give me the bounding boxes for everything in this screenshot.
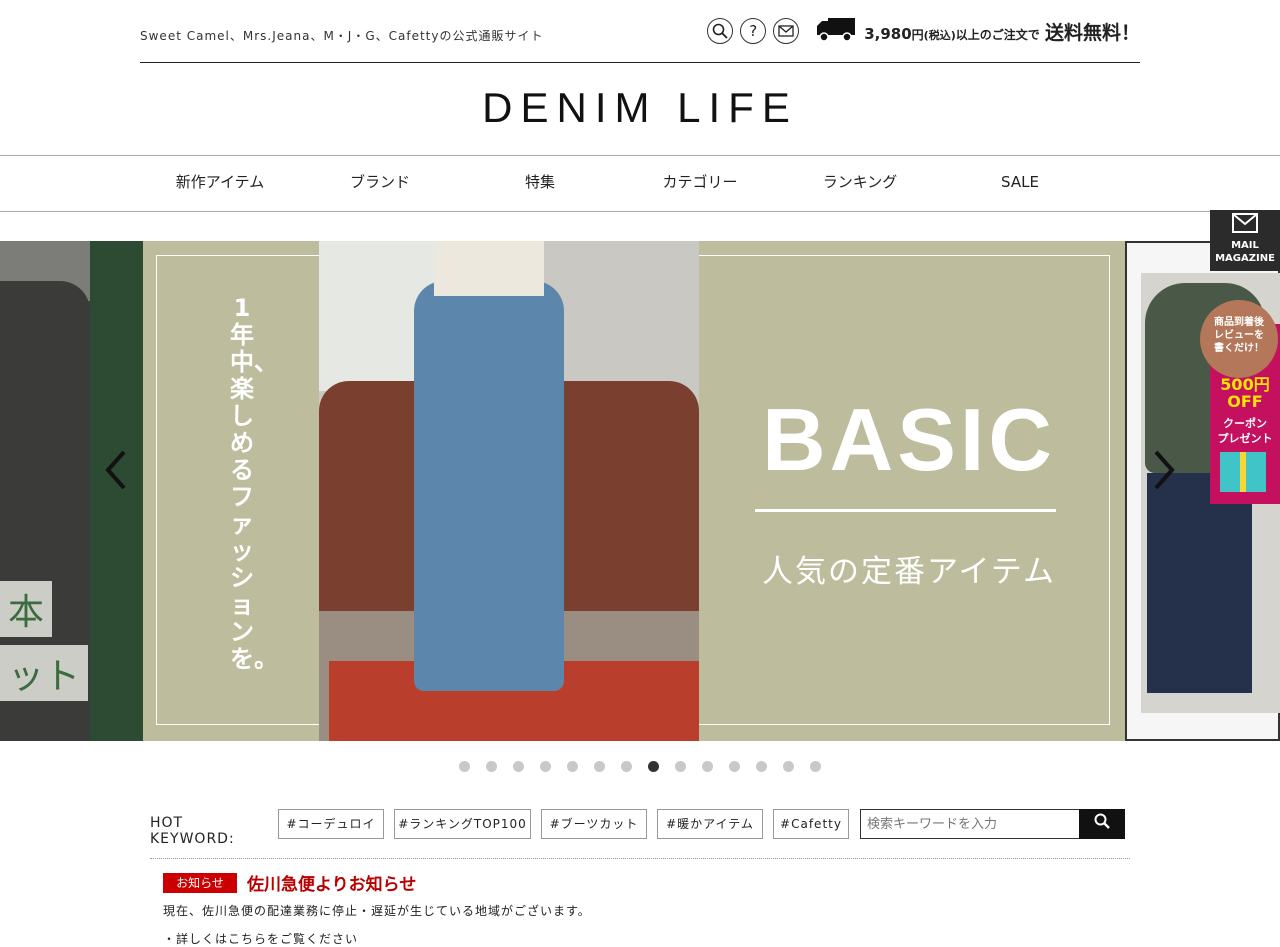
slide-photo [319, 241, 699, 741]
search-submit-button[interactable] [1079, 809, 1125, 839]
slide-next-pants [1147, 473, 1252, 693]
mail-icon[interactable] [773, 18, 800, 44]
slide-prev-tag2: ット [0, 645, 89, 701]
slider-next-arrow-icon[interactable] [1145, 448, 1185, 498]
slider-dot[interactable] [756, 761, 767, 772]
slider-dot[interactable] [675, 761, 686, 772]
shipping-yen: 円 [911, 27, 924, 42]
slider-dot[interactable] [810, 761, 821, 772]
shipping-free: 送料無料！ [1044, 21, 1140, 44]
slide-vertical-copy: 1年中、楽しめるファッションを。 [230, 294, 278, 673]
slider-pagination [0, 761, 1280, 773]
dotted-divider [150, 858, 1130, 859]
hero-slider: 本 ット 1年中、楽しめるファッションを。 BASIC 人気の定番アイテム [0, 241, 1280, 741]
coupon-text: クーポン プレゼント [1210, 416, 1280, 446]
slide-headline: BASIC [762, 390, 1056, 489]
slider-dot[interactable] [486, 761, 497, 772]
slider-dot[interactable] [540, 761, 551, 772]
slider-dot[interactable] [783, 761, 794, 772]
search-form [860, 809, 1125, 839]
nav-item-brand[interactable]: ブランド [300, 156, 460, 211]
envelope-icon [1210, 213, 1280, 239]
free-shipping-notice: 3,980円(税込)以上のご注文で 送料無料！ [864, 18, 1140, 45]
search-icon [1094, 813, 1110, 829]
gift-icon [1220, 452, 1266, 492]
slide-current[interactable]: 1年中、楽しめるファッションを。 BASIC 人気の定番アイテム [143, 241, 1125, 741]
review-coupon-banner[interactable]: 商品到着後 レビューを 書くだけ！ 500円 OFF クーポン プレゼント [1200, 300, 1280, 504]
shipping-amount: 3,980 [864, 24, 912, 43]
coupon-circle-line: 商品到着後 レビューを 書くだけ！ [1214, 317, 1264, 354]
nav-item-new[interactable]: 新作アイテム [140, 156, 300, 211]
slider-dot[interactable] [621, 761, 632, 772]
help-icon[interactable]: ? [740, 18, 767, 44]
coupon-amount: 500円 OFF [1210, 376, 1280, 410]
truck-icon [816, 16, 856, 46]
coupon-circle-text: 商品到着後 レビューを 書くだけ！ [1200, 300, 1278, 378]
utility-bar: ? 3,980円(税込)以上のご注文で 送料無料！ [707, 14, 1140, 48]
slide-divider [755, 509, 1056, 512]
notice-badge: お知らせ [163, 873, 237, 893]
slider-dot[interactable] [729, 761, 740, 772]
slide-subheadline: 人気の定番アイテム [762, 554, 1056, 590]
notice-title[interactable]: 佐川急便よりお知らせ [247, 870, 416, 895]
nav-item-ranking[interactable]: ランキング [780, 156, 940, 211]
slider-dot[interactable] [702, 761, 713, 772]
coupon-off: OFF [1227, 392, 1263, 411]
slider-dot[interactable] [594, 761, 605, 772]
search-icon[interactable] [707, 18, 734, 44]
photo-jeans [414, 281, 564, 691]
slider-dot[interactable] [459, 761, 470, 772]
slider-dot[interactable] [567, 761, 578, 772]
hot-keyword-label: HOT KEYWORD: [150, 815, 235, 847]
keyword-tag[interactable]: #ブーツカット [541, 809, 647, 839]
nav-item-category[interactable]: カテゴリー [620, 156, 780, 211]
nav-item-feature[interactable]: 特集 [460, 156, 620, 211]
site-tagline: Sweet Camel、Mrs.Jeana、M・J・G、Cafettyの公式通販… [140, 29, 544, 43]
notice-more-link[interactable]: ・詳しくはこちらをご覧ください [163, 930, 358, 947]
mail-magazine-label2: MAGAZINE [1215, 253, 1275, 264]
search-input[interactable] [860, 809, 1080, 839]
keyword-tag[interactable]: #コーデュロイ [278, 809, 384, 839]
shipping-mid: 以上のご注文で [955, 27, 1040, 42]
keyword-tag[interactable]: #暖かアイテム [657, 809, 763, 839]
coupon-text2: プレゼント [1217, 432, 1273, 445]
keyword-tag[interactable]: #Cafetty [773, 809, 849, 839]
slider-dot[interactable] [513, 761, 524, 772]
keyword-tag[interactable]: #ランキングTOP100 [394, 809, 531, 839]
nav-item-sale[interactable]: SALE [940, 156, 1100, 211]
slider-dot-active[interactable] [648, 761, 659, 772]
site-logo[interactable]: DENIM LIFE [0, 84, 1280, 132]
global-nav: 新作アイテム ブランド 特集 カテゴリー ランキング SALE [0, 155, 1280, 212]
coupon-text1: クーポン [1223, 417, 1267, 430]
header-topbar: Sweet Camel、Mrs.Jeana、M・J・G、Cafettyの公式通販… [140, 0, 1140, 63]
slide-prev-tag1: 本 [0, 581, 53, 637]
shipping-tax: (税込) [923, 28, 956, 42]
photo-shirt [434, 241, 544, 296]
mail-magazine-label1: MAIL [1231, 240, 1259, 251]
mail-magazine-button[interactable]: MAIL MAGAZINE [1210, 210, 1280, 271]
notice-body: 現在、佐川急便の配達業務に停止・遅延が生じている地域がございます。 [163, 904, 591, 918]
slider-prev-arrow-icon[interactable] [95, 448, 135, 498]
